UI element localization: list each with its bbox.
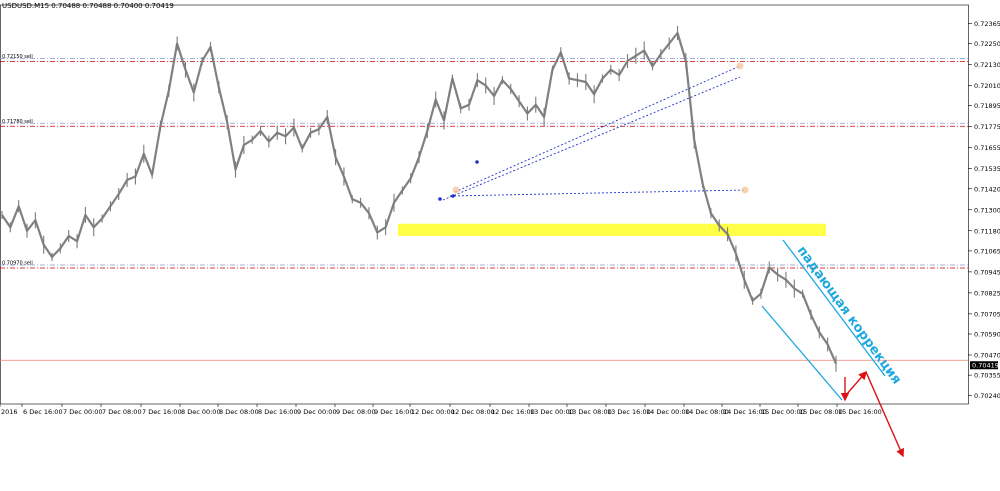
trend-line-mid (442, 76, 741, 201)
y-tick-label: 0.70470 (974, 352, 1000, 360)
trend-line-upper (454, 65, 741, 193)
trend-anchor (736, 62, 744, 70)
price-chart: USDUSD.M15 0.70488 0.70488 0.70400 0.704… (0, 0, 1000, 487)
x-tick-label: 2016 (1, 408, 18, 416)
y-tick-label: 0.71065 (974, 247, 1000, 255)
x-tick-label: 6 Dec 16:00 (23, 408, 63, 416)
price-line (1, 31, 838, 365)
x-tick-label: 7 Dec 16:00 (142, 408, 182, 416)
x-tick-label: 12 Dec 00:00 (411, 408, 455, 416)
y-tick-label: 0.72365 (974, 20, 1000, 28)
chart-canvas: 0.72150 sell0.71780 sell0.70970 sell пада… (0, 4, 1000, 458)
x-tick-label: 9 Dec 16:00 (374, 408, 414, 416)
x-tick-label: 8 Dec 16:00 (258, 408, 298, 416)
x-tick-label: 9 Dec 00:00 (297, 408, 337, 416)
x-tick-label: 12 Dec 08:00 (451, 408, 495, 416)
x-tick-label: 15 Dec 08:00 (799, 408, 843, 416)
level-label: 0.70970 sell (2, 261, 33, 267)
x-tick-label: 13 Dec 08:00 (568, 408, 612, 416)
x-tick-label: 7 Dec 08:00 (102, 408, 142, 416)
trend-marker (451, 194, 455, 198)
y-tick-label: 0.72250 (974, 40, 1000, 48)
trend-line-flat (449, 189, 746, 197)
arrow-up (845, 370, 867, 396)
y-tick-label: 0.71895 (974, 102, 1000, 110)
level-label: 0.71780 sell (2, 119, 33, 125)
y-tick-label: 0.72010 (974, 82, 1000, 90)
trend-anchor (741, 186, 749, 194)
x-tick-label: 8 Dec 00:00 (181, 408, 221, 416)
x-tick-label: 15 Dec 16:00 (838, 408, 882, 416)
y-tick-label: 0.71300 (974, 206, 1000, 214)
y-tick-label: 0.70590 (974, 331, 1000, 339)
x-tick-label: 12 Dec 16:00 (491, 408, 535, 416)
trend-anchor (452, 186, 460, 194)
trend-marker (475, 160, 479, 164)
y-tick-label: 0.70355 (974, 372, 1000, 380)
level-label: 0.72150 sell (2, 54, 33, 60)
y-tick-label: 0.71655 (974, 144, 1000, 152)
y-tick-label: 0.71535 (974, 165, 1000, 173)
y-tick-label: 0.71420 (974, 185, 1000, 193)
support-zone (398, 223, 826, 236)
y-tick-label: 0.72130 (974, 61, 1000, 69)
price-series (1, 26, 838, 372)
y-tick-label: 0.70945 (974, 268, 1000, 276)
x-tick-label: 9 Dec 08:00 (336, 408, 376, 416)
x-axis: 2016 6 Dec 16:00 7 Dec 00:00 7 Dec 08:00 7 D… (0, 404, 882, 416)
chart-header: USDUSD.M15 0.70488 0.70488 0.70400 0.704… (2, 2, 174, 10)
channel-lower-line (761, 305, 843, 401)
y-axis: 0.72365 0.72250 0.72130 0.72010 0.71895 0.717… (968, 20, 1000, 400)
x-tick-label: 7 Dec 00:00 (63, 408, 103, 416)
x-tick-label: 13 Dec 16:00 (607, 408, 651, 416)
y-tick-label: 0.71775 (974, 123, 1000, 131)
trend-marker (438, 197, 442, 201)
x-tick-label: 8 Dec 08:00 (219, 408, 259, 416)
y-tick-label: 0.70705 (974, 310, 1000, 318)
x-tick-label: 14 Dec 00:00 (646, 408, 690, 416)
y-tick-label: 0.70240 (974, 392, 1000, 400)
y-tick-label: 0.70825 (974, 289, 1000, 297)
current-price-label: 0.70419 (972, 362, 999, 370)
plot-frame (0, 4, 969, 405)
y-tick-label: 0.71180 (974, 227, 1000, 235)
